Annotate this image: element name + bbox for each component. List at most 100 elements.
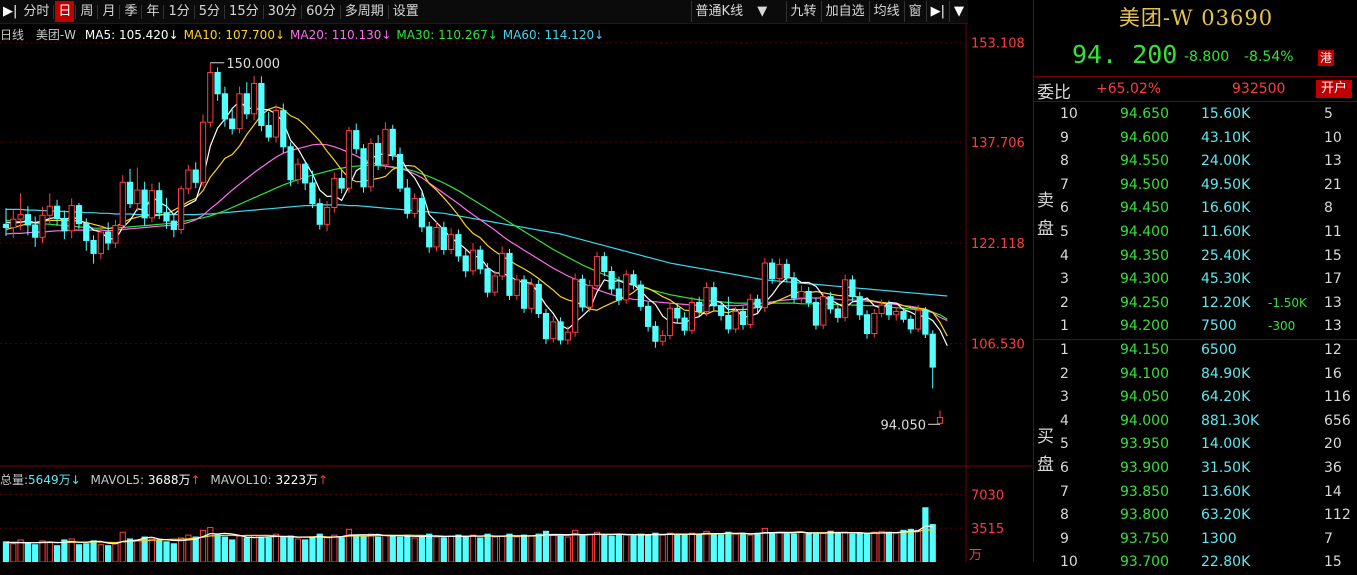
price-tick-label: 137.706 [971, 136, 1025, 151]
toolbar-toggle-icon[interactable]: ▶| [0, 1, 20, 22]
buy-price: 93.900 [1120, 460, 1169, 476]
volume-bar [10, 543, 17, 562]
candle-body [769, 262, 776, 280]
period-tab-0[interactable]: 分时 [20, 1, 52, 22]
volume-bar [46, 541, 53, 562]
buy-row-3[interactable]: 3 94.050 64.20K 116 [1034, 386, 1357, 410]
period-tab-2[interactable]: 周 [77, 1, 96, 22]
sell-row-2[interactable]: 2 94.250 12.20K -1.50K 13 [1034, 292, 1357, 316]
volume-bars [2, 507, 936, 562]
period-toolbar: ▶| 分时日周月季年 1分 5分 15分 30分 60分 多周期 设置 普通K线 ▼ 九转 加… [0, 0, 968, 24]
period-tab-10[interactable]: 60分 [303, 1, 339, 22]
candle-body [871, 312, 878, 335]
candle-body [17, 214, 24, 220]
buy-cnt: 16 [1324, 365, 1342, 382]
candle-body [97, 231, 104, 254]
sell-row-3[interactable]: 3 94.300 45.30K 17 [1034, 268, 1357, 292]
button-jiuzhuan[interactable]: 九转 [785, 1, 821, 22]
tab-divider [141, 4, 143, 19]
sell-cnt: 15 [1324, 247, 1342, 264]
open-account-button[interactable]: 开户 [1316, 80, 1352, 98]
candle-body [404, 187, 411, 214]
volume-bar [907, 528, 914, 562]
candle-body [323, 207, 331, 225]
volume-bar [148, 538, 156, 562]
button-add-watchlist[interactable]: 加自选 [820, 1, 869, 22]
candlesticks [2, 62, 944, 425]
panel-toggle-icon[interactable]: ▶| [925, 1, 949, 22]
period-tab-6[interactable]: 1分 [165, 1, 192, 22]
period-tabs: 分时日周月季年 1分 5分 15分 30分 60分 多周期 设置 [20, 1, 421, 22]
sell-row-9[interactable]: 9 94.600 43.10K 10 [1034, 127, 1357, 151]
period-tab-3[interactable]: 月 [99, 1, 118, 22]
more-menu-icon[interactable]: ▼ [949, 1, 968, 22]
volume-tick-label: 3515 [971, 522, 1004, 537]
volume-bar [229, 539, 236, 562]
period-tab-7[interactable]: 5分 [196, 1, 223, 22]
buy-level: 5 [1060, 436, 1069, 453]
buy-row-2[interactable]: 2 94.100 84.90K 16 [1034, 363, 1357, 387]
period-tab-11[interactable]: 多周期 [342, 1, 387, 22]
button-moving-average[interactable]: 均线 [868, 1, 904, 22]
candle-body [2, 223, 10, 229]
sell-row-5[interactable]: 5 94.400 11.60K 11 [1034, 221, 1357, 245]
volume-bar [447, 535, 455, 562]
stock-title: 美团-W 03690 [1118, 6, 1274, 30]
sell-row-1[interactable]: 1 94.200 7500 -300 13 [1034, 315, 1357, 339]
buy-row-10[interactable]: 10 93.700 22.80K 15 [1034, 551, 1357, 575]
buy-level: 6 [1060, 460, 1069, 476]
volume-bar [681, 534, 688, 562]
buy-vol: 64.20K [1201, 389, 1251, 406]
buy-row-7[interactable]: 7 93.850 13.60K 14 [1034, 481, 1357, 505]
sell-row-4[interactable]: 4 94.350 25.40K 15 [1034, 245, 1357, 269]
volume-bar [53, 545, 61, 562]
period-tab-5[interactable]: 年 [143, 1, 162, 22]
buy-book: 买 盘 1 94.150 6500 12 2 94.100 84.90K 16 3 94.050 6… [1034, 339, 1357, 570]
candle-body [623, 274, 630, 301]
volume-bar [520, 534, 528, 562]
buy-row-6[interactable]: 6 93.900 31.50K 36 [1034, 457, 1357, 481]
sell-row-8[interactable]: 8 94.550 24.00K 13 [1034, 150, 1357, 174]
volume-bar [83, 543, 90, 562]
sell-price: 94.200 [1120, 318, 1169, 335]
volume-bar [221, 536, 229, 562]
period-tab-12[interactable]: 设置 [390, 1, 422, 22]
volume-bar [243, 537, 250, 562]
weibi-amount: 932500 [1232, 81, 1286, 97]
volume-bar [316, 533, 323, 562]
candle-body [922, 309, 929, 335]
candle-body [499, 252, 506, 277]
period-tab-9[interactable]: 30分 [265, 1, 301, 22]
sell-row-10[interactable]: 10 94.650 15.60K 5 [1034, 103, 1357, 127]
kline-mode-select[interactable]: 普通K线 ▼ [690, 1, 786, 22]
volume-bar [783, 532, 790, 562]
tab-divider [163, 4, 165, 19]
volume-bar [710, 533, 717, 562]
candle-body [593, 256, 601, 287]
sell-vol: 11.60K [1201, 224, 1251, 240]
volume-bar [652, 532, 659, 562]
volume-bar [199, 529, 207, 562]
price-tick-label: 153.108 [971, 37, 1025, 52]
sell-price: 94.250 [1120, 294, 1169, 311]
volume-bar [353, 534, 360, 562]
volume-bar [922, 507, 929, 562]
buy-cnt: 14 [1324, 483, 1342, 500]
volume-bar [477, 537, 484, 562]
buy-row-9[interactable]: 9 93.750 1300 7 [1034, 528, 1357, 552]
volume-bar [331, 534, 338, 562]
volume-bar [411, 537, 418, 562]
buy-row-8[interactable]: 8 93.800 63.20K 112 [1034, 504, 1357, 528]
volume-bar [732, 533, 739, 562]
button-window[interactable]: 窗 [903, 1, 926, 22]
period-tab-4[interactable]: 季 [121, 1, 140, 22]
period-tab-1[interactable]: 日 [55, 1, 75, 22]
volume-bar [2, 541, 10, 562]
period-tab-8[interactable]: 15分 [226, 1, 262, 22]
sell-row-6[interactable]: 6 94.450 16.60K 8 [1034, 197, 1357, 221]
buy-row-4[interactable]: 4 94.000 881.30K 656 [1034, 410, 1357, 434]
buy-row-5[interactable]: 5 93.950 14.00K 20 [1034, 433, 1357, 457]
buy-row-1[interactable]: 1 94.150 6500 12 [1034, 339, 1357, 363]
candle-body [688, 301, 696, 331]
sell-row-7[interactable]: 7 94.500 49.50K 21 [1034, 174, 1357, 198]
